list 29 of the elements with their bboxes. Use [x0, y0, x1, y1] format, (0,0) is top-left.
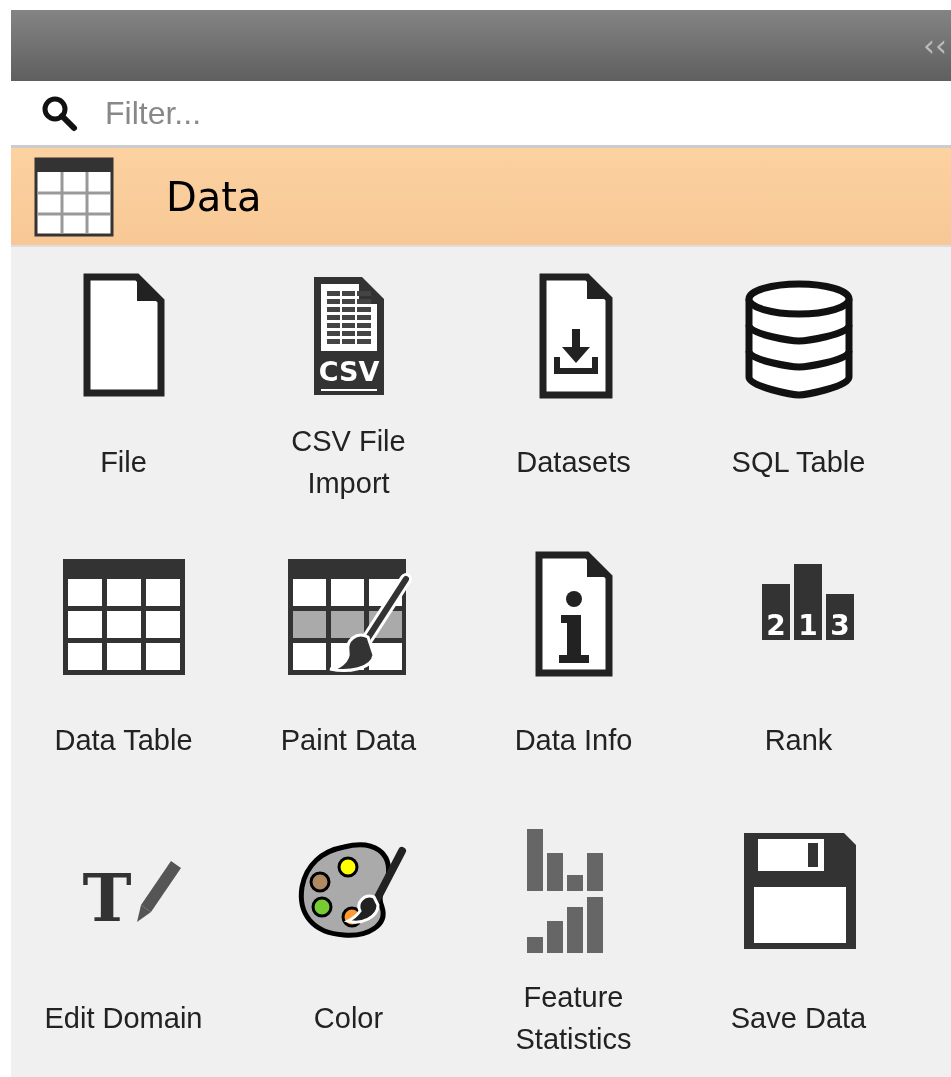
widget-tile[interactable]: Color [236, 803, 461, 1077]
widget-label: CSV File Import [290, 424, 407, 501]
widget-label: Data Table [53, 723, 194, 758]
widget-tile[interactable]: Datasets [461, 247, 686, 525]
widget-label: Save Data [729, 1001, 868, 1036]
widget-tile[interactable]: CSV CSV File Import [236, 247, 461, 525]
widget-label: SQL Table [730, 445, 867, 480]
table-icon [34, 156, 114, 237]
widget-tile[interactable]: File [11, 247, 236, 525]
category-title: Data [166, 173, 262, 220]
widget-tile[interactable]: 2 1 3 Rank [686, 525, 911, 803]
widget-tile[interactable]: Paint Data [236, 525, 461, 803]
widget-tile[interactable]: T Edit Domain [11, 803, 236, 1077]
widget-tile[interactable]: SQL Table [686, 247, 911, 525]
widget-label: Color [312, 1001, 385, 1036]
widget-label: File [99, 445, 148, 480]
search-field[interactable]: Filter... [11, 81, 951, 148]
search-input[interactable]: Filter... [103, 93, 951, 133]
widget-label: Data Info [513, 723, 634, 758]
category-header[interactable]: Data [11, 148, 951, 247]
widget-label: Datasets [515, 445, 632, 480]
widget-tile[interactable]: Data Table [11, 525, 236, 803]
widget-label: Rank [763, 723, 834, 758]
widget-label: Feature Statistics [514, 980, 633, 1057]
widget-label: Paint Data [279, 723, 418, 758]
widget-tile[interactable]: Data Info [461, 525, 686, 803]
widget-label: Edit Domain [43, 1001, 204, 1036]
widget-tile[interactable]: Feature Statistics [461, 803, 686, 1077]
widget-tile[interactable]: Save Data [686, 803, 911, 1077]
